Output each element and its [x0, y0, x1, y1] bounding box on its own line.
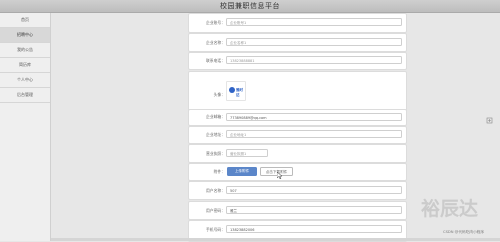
- logo-text: 雅时达: [236, 88, 243, 97]
- sidebar-item-admin[interactable]: 后台管理: [0, 88, 50, 103]
- logo-circle-icon: [229, 87, 235, 93]
- field-card-attachment: 附件： 上传附件 点击下载附件: [188, 163, 407, 181]
- expand-icon[interactable]: [486, 117, 493, 124]
- field-card-company-email: 企业邮箱： 773890889@qq.com: [188, 109, 407, 126]
- contact-phone-input[interactable]: 13823888881: [226, 56, 402, 64]
- company-name-input[interactable]: 企业名称1: [226, 38, 402, 46]
- field-card-company-address: 企业地址： 企业地址1: [188, 126, 407, 144]
- company-account-input[interactable]: 企业账号1: [226, 18, 402, 26]
- sidebar-item-resume[interactable]: 简历库: [0, 58, 50, 73]
- mobile-label: 手机号码：: [206, 227, 225, 232]
- caption-text: CSDN @代码吃肉小程序: [443, 230, 485, 234]
- sidebar-item-home[interactable]: 首页: [0, 13, 50, 28]
- attachment-label: 附件：: [213, 169, 225, 174]
- sidebar: 首页 招聘中心 我的公告 简历库 个人中心 后台管理: [0, 13, 51, 241]
- company-email-label: 企业邮箱：: [206, 114, 225, 119]
- username-input[interactable]: 507: [226, 186, 402, 194]
- field-card-username: 用户名称： 507: [188, 181, 407, 200]
- sidebar-item-profile[interactable]: 个人中心: [0, 73, 50, 88]
- field-card-contact-phone: 联系电话： 13823888881: [188, 52, 407, 70]
- field-card-company-name: 企业名称： 企业名称1: [188, 33, 407, 52]
- password-label: 用户密码：: [206, 208, 225, 213]
- company-address-input[interactable]: 企业地址1: [226, 130, 402, 138]
- business-license-input[interactable]: 营业执照1: [226, 149, 268, 157]
- business-license-label: 营业执照：: [206, 151, 225, 156]
- field-card-company-account: 企业账号： 企业账号1: [188, 13, 407, 33]
- username-label: 用户名称：: [206, 188, 225, 193]
- field-card-password: 用户密码： 雅兰: [188, 201, 407, 220]
- mobile-input[interactable]: 13823882006: [226, 225, 402, 233]
- app-title: 校园兼职信息平台: [220, 2, 280, 10]
- company-account-label: 企业账号：: [206, 20, 225, 25]
- field-card-business-license: 营业执照： 营业执照1: [188, 144, 407, 163]
- company-name-label: 企业名称：: [206, 40, 225, 45]
- mouse-pointer-icon: [277, 172, 283, 179]
- company-logo[interactable]: 雅时达: [226, 81, 246, 101]
- watermark: 裕辰达: [421, 198, 479, 220]
- company-email-input[interactable]: 773890889@qq.com: [226, 113, 402, 121]
- contact-phone-label: 联系电话：: [206, 58, 225, 63]
- upload-attachment-button[interactable]: 上传附件: [227, 167, 257, 176]
- password-input[interactable]: 雅兰: [226, 206, 402, 214]
- company-address-label: 企业地址：: [206, 132, 225, 137]
- logo-label: 头像：: [213, 92, 225, 97]
- sidebar-item-recruit[interactable]: 招聘中心: [0, 28, 50, 43]
- sidebar-item-notice[interactable]: 我的公告: [0, 43, 50, 58]
- upload-button-label: 上传附件: [234, 169, 250, 173]
- top-bar: 校园兼职信息平台: [0, 0, 500, 13]
